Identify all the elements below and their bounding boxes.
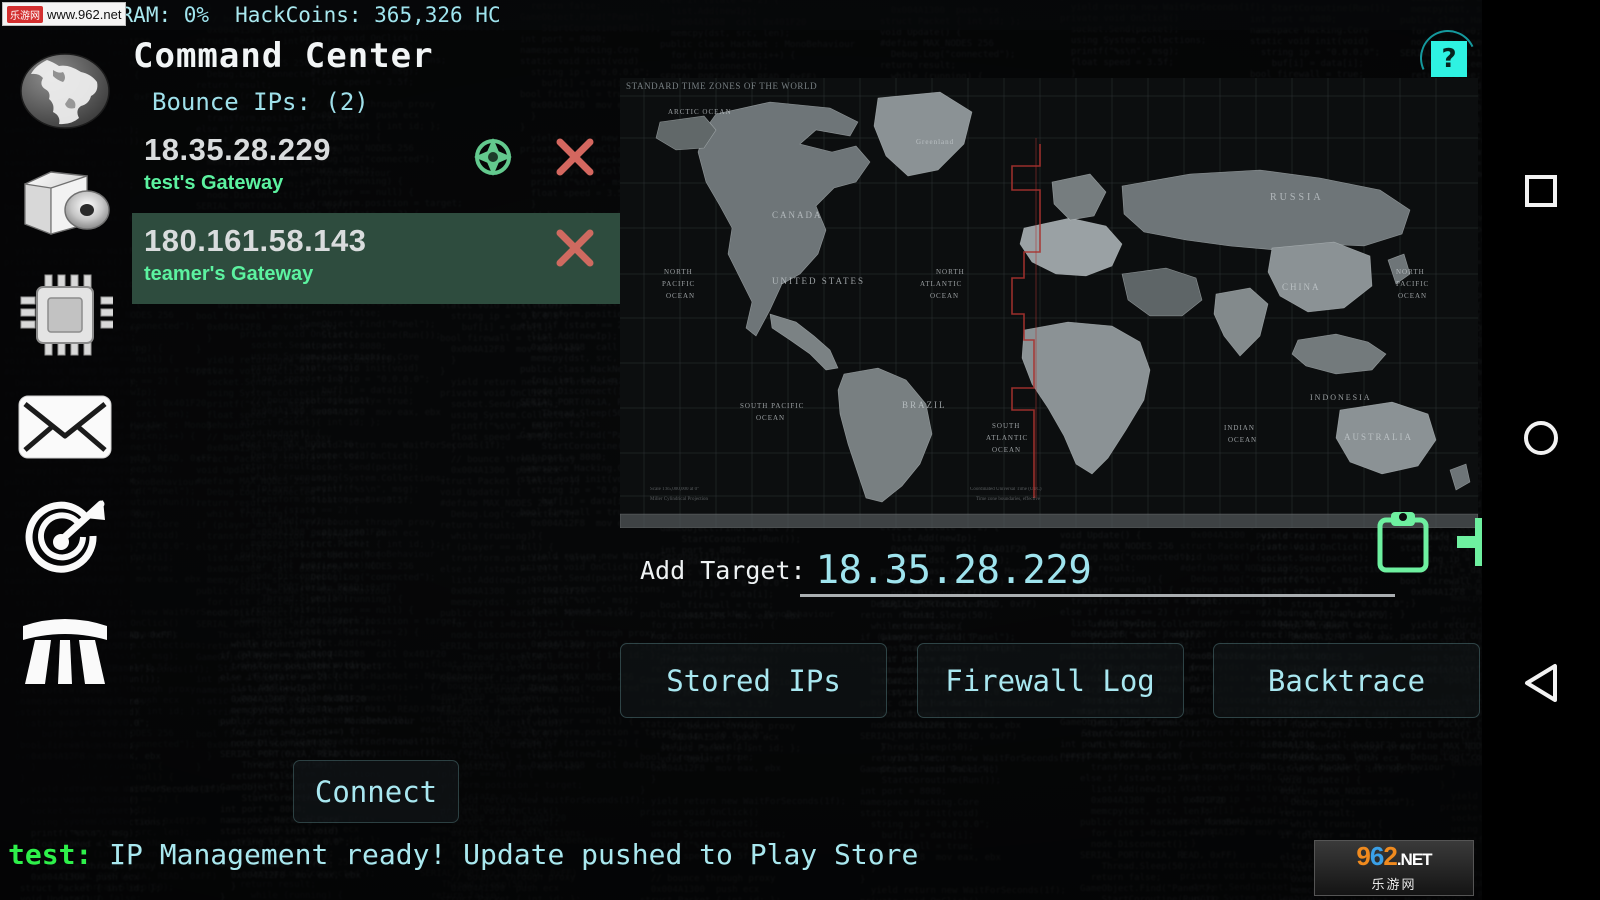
- bounce-ip-address: 180.161.58.143: [144, 223, 367, 258]
- hackcoins-stat: HackCoins: 365,326 HC: [235, 3, 501, 27]
- top-status-bar: CPU: 0% RAM: 0% HackCoins: 365,326 HC: [0, 0, 1482, 30]
- hackcoins-label: HackCoins:: [235, 3, 362, 27]
- stored-ips-button[interactable]: Stored IPs: [620, 643, 887, 718]
- sidebar-item-software[interactable]: [16, 160, 114, 246]
- svg-text:SOUTH: SOUTH: [992, 422, 1020, 430]
- svg-text:INDONESIA: INDONESIA: [1310, 393, 1372, 402]
- bounce-ips-label: Bounce IPs: (2): [152, 88, 369, 116]
- page-title: Command Center: [133, 36, 434, 76]
- map-caption: STANDARD TIME ZONES OF THE WORLD: [626, 81, 818, 91]
- svg-text:AUSTRALIA: AUSTRALIA: [1344, 432, 1413, 442]
- software-box-icon: [17, 166, 113, 240]
- svg-text:PACIFIC: PACIFIC: [662, 280, 695, 288]
- question-mark-icon: ?: [1431, 41, 1467, 77]
- status-message: IP Management ready! Update pushed to Pl…: [109, 838, 919, 871]
- add-target-row: Add Target: 18.35.28.229: [640, 540, 1480, 600]
- svg-text:NORTH: NORTH: [1396, 268, 1425, 276]
- svg-text:OCEAN: OCEAN: [1398, 292, 1427, 300]
- watermark-bottom-right: 962.NET 乐游网: [1314, 840, 1474, 896]
- sidebar-item-missions[interactable]: [16, 496, 114, 582]
- status-line: test: IP Management ready! Update pushed…: [8, 838, 918, 871]
- bounce-ip-owner: teamer's Gateway: [144, 263, 314, 285]
- svg-text:RUSSIA: RUSSIA: [1270, 192, 1324, 203]
- nav-back-button[interactable]: [1482, 650, 1600, 720]
- svg-text:OCEAN: OCEAN: [1228, 436, 1257, 444]
- nav-recents-button[interactable]: [1482, 158, 1600, 228]
- svg-text:CANADA: CANADA: [772, 210, 823, 220]
- svg-text:ATLANTIC: ATLANTIC: [986, 434, 1028, 442]
- cpu-chip-icon: [17, 273, 113, 357]
- locate-icon[interactable]: [472, 136, 514, 178]
- world-map[interactable]: CANADA UNITED STATES BRAZIL RUSSIA CHINA…: [620, 78, 1478, 528]
- ram-label: RAM:: [120, 3, 172, 27]
- action-button-row: Stored IPs Firewall Log Backtrace: [620, 643, 1480, 719]
- help-button[interactable]: ?: [1412, 22, 1484, 94]
- triangle-back-icon: [1521, 662, 1561, 708]
- sidebar-item-mail[interactable]: [16, 384, 114, 470]
- svg-text:OCEAN: OCEAN: [992, 446, 1021, 454]
- status-user: test:: [8, 838, 93, 871]
- envelope-icon: [17, 394, 113, 460]
- svg-text:ARCTIC OCEAN: ARCTIC OCEAN: [668, 108, 732, 116]
- watermark-cn: 乐游网: [1371, 877, 1417, 892]
- hackcoins-value: 365,326 HC: [374, 3, 501, 27]
- connect-button[interactable]: Connect: [293, 760, 459, 823]
- list-item[interactable]: 18.35.28.229 test's Gateway: [132, 122, 620, 213]
- svg-text:Scale 1:85,000,000 at 0°: Scale 1:85,000,000 at 0°: [650, 487, 699, 492]
- nav-home-button[interactable]: [1482, 405, 1600, 475]
- svg-text:CHINA: CHINA: [1282, 282, 1321, 292]
- svg-text:UNITED STATES: UNITED STATES: [772, 276, 865, 286]
- svg-text:Miller Cylindrical Projection: Miller Cylindrical Projection: [650, 497, 709, 502]
- clipboard-icon[interactable]: [1376, 510, 1430, 574]
- svg-text:BRAZIL: BRAZIL: [902, 400, 947, 410]
- svg-text:NORTH: NORTH: [936, 268, 965, 276]
- sidebar-item-world[interactable]: [16, 48, 114, 134]
- remove-icon[interactable]: [554, 136, 596, 178]
- square-icon: [1523, 173, 1559, 213]
- sidebar: [0, 30, 130, 850]
- ram-stat: RAM: 0%: [121, 3, 210, 27]
- circle-icon: [1522, 419, 1560, 461]
- watermark-tag: 乐游网: [7, 5, 43, 23]
- svg-text:OCEAN: OCEAN: [666, 292, 695, 300]
- svg-text:SOUTH PACIFIC: SOUTH PACIFIC: [740, 402, 804, 410]
- add-target-underline: [800, 594, 1395, 597]
- add-target-label: Add Target:: [640, 555, 806, 585]
- svg-text:NORTH: NORTH: [664, 268, 693, 276]
- watermark-top-left: 乐游网 www.962.net: [2, 2, 127, 26]
- firewall-log-button[interactable]: Firewall Log: [916, 643, 1184, 718]
- bridge-icon: [17, 614, 113, 688]
- watermark-logo: 962.NET: [1356, 841, 1433, 871]
- globe-icon: [19, 52, 111, 130]
- android-nav-bar: [1482, 0, 1600, 900]
- svg-text:Greenland: Greenland: [916, 138, 954, 146]
- sidebar-item-hardware[interactable]: [16, 272, 114, 358]
- ram-value: 0%: [183, 3, 210, 27]
- svg-text:OCEAN: OCEAN: [756, 414, 785, 422]
- svg-text:Time zone boundaries, effectiv: Time zone boundaries, effective: [976, 497, 1041, 502]
- svg-text:Coordinated Universal Time (UT: Coordinated Universal Time (UTC): [970, 487, 1042, 492]
- remove-icon[interactable]: [554, 227, 596, 269]
- svg-text:OCEAN: OCEAN: [930, 292, 959, 300]
- svg-text:PACIFIC: PACIFIC: [1396, 280, 1429, 288]
- bounce-ip-list: 18.35.28.229 test's Gateway 180.161.58.1…: [132, 122, 620, 304]
- sidebar-item-bridge[interactable]: [16, 608, 114, 694]
- list-item[interactable]: 180.161.58.143 teamer's Gateway: [132, 213, 620, 304]
- watermark-url: www.962.net: [47, 6, 122, 22]
- svg-text:ATLANTIC: ATLANTIC: [920, 280, 962, 288]
- row-actions: [472, 136, 620, 178]
- svg-text:INDIAN: INDIAN: [1224, 424, 1255, 432]
- watermark-suffix: .NET: [1396, 850, 1433, 869]
- row-actions: [554, 227, 620, 269]
- backtrace-button[interactable]: Backtrace: [1213, 643, 1480, 718]
- target-arrow-icon: [17, 496, 113, 582]
- add-target-input[interactable]: 18.35.28.229: [816, 548, 1092, 593]
